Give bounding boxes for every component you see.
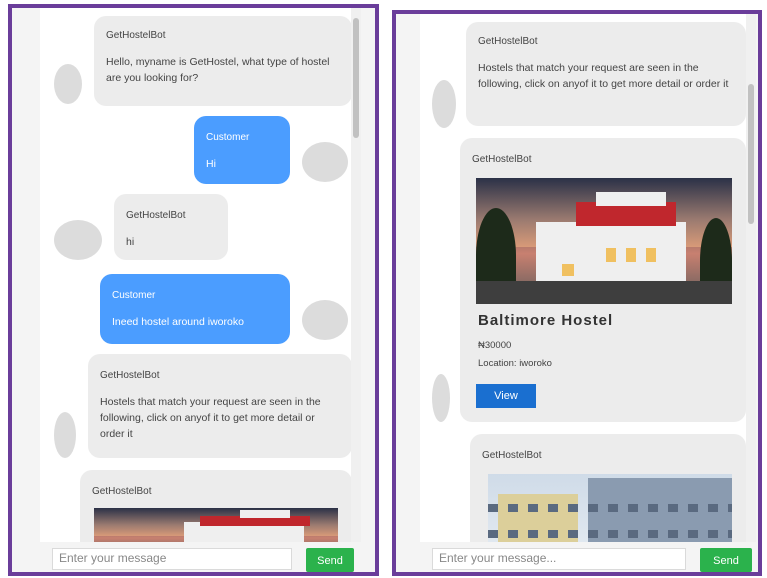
hostel-photo[interactable] (94, 508, 338, 542)
message-input[interactable]: Enter your message... (432, 548, 686, 570)
message-sender: GetHostelBot (472, 154, 532, 165)
user-message: Customer Ineed hostel around iworoko (100, 274, 290, 344)
hostel-price: ₦30000 (478, 340, 512, 351)
message-text: Hostels that match your request are seen… (478, 61, 729, 90)
chat-window-left: GetHostelBot Hello, myname is GetHostel,… (8, 4, 379, 576)
bot-avatar (54, 412, 76, 458)
message-text: Hi (206, 157, 216, 170)
bot-avatar (54, 64, 82, 104)
hostel-photo[interactable] (488, 474, 732, 542)
hostel-photo[interactable] (476, 178, 732, 304)
scroll-thumb[interactable] (353, 18, 359, 138)
bot-avatar (432, 80, 456, 128)
message-sender: Customer (112, 290, 156, 301)
bot-avatar (432, 374, 450, 422)
chat-window-right: GetHostelBot Hostels that match your req… (392, 10, 762, 576)
message-text: Hello, myname is GetHostel, what type of… (106, 55, 330, 84)
message-sender: GetHostelBot (482, 450, 542, 461)
scroll-thumb[interactable] (748, 84, 754, 224)
bot-message: GetHostelBot Hostels that match your req… (466, 22, 746, 126)
send-button[interactable]: Send (306, 548, 354, 572)
bot-avatar (54, 220, 102, 260)
message-sender: GetHostelBot (106, 30, 166, 41)
chat-log: GetHostelBot Hello, myname is GetHostel,… (40, 8, 353, 542)
hostel-name: Baltimore Hostel (478, 312, 614, 329)
message-sender: GetHostelBot (126, 210, 186, 221)
bot-message: GetHostelBot Hostels that match your req… (88, 354, 352, 458)
scrollbar[interactable] (746, 14, 756, 542)
message-sender: GetHostelBot (92, 486, 152, 497)
message-composer: Enter your message Send (12, 542, 375, 572)
message-input[interactable]: Enter your message (52, 548, 292, 570)
message-sender: Customer (206, 132, 250, 143)
bot-message: GetHostelBot hi (114, 194, 228, 260)
message-text: Ineed hostel around iworoko (112, 315, 244, 328)
user-avatar (302, 300, 348, 340)
view-button[interactable]: View (476, 384, 536, 408)
message-sender: GetHostelBot (100, 370, 160, 381)
user-avatar (302, 142, 348, 182)
message-sender: GetHostelBot (478, 36, 538, 47)
chat-log: GetHostelBot Hostels that match your req… (420, 14, 748, 542)
message-text: Hostels that match your request are seen… (100, 395, 321, 441)
hostel-location: Location: iworoko (478, 358, 552, 369)
scrollbar[interactable] (351, 8, 361, 542)
send-button[interactable]: Send (700, 548, 752, 572)
message-text: hi (126, 235, 135, 248)
user-message: Customer Hi (194, 116, 290, 184)
message-composer: Enter your message... Send (396, 542, 758, 572)
bot-message: GetHostelBot Hello, myname is GetHostel,… (94, 16, 352, 106)
